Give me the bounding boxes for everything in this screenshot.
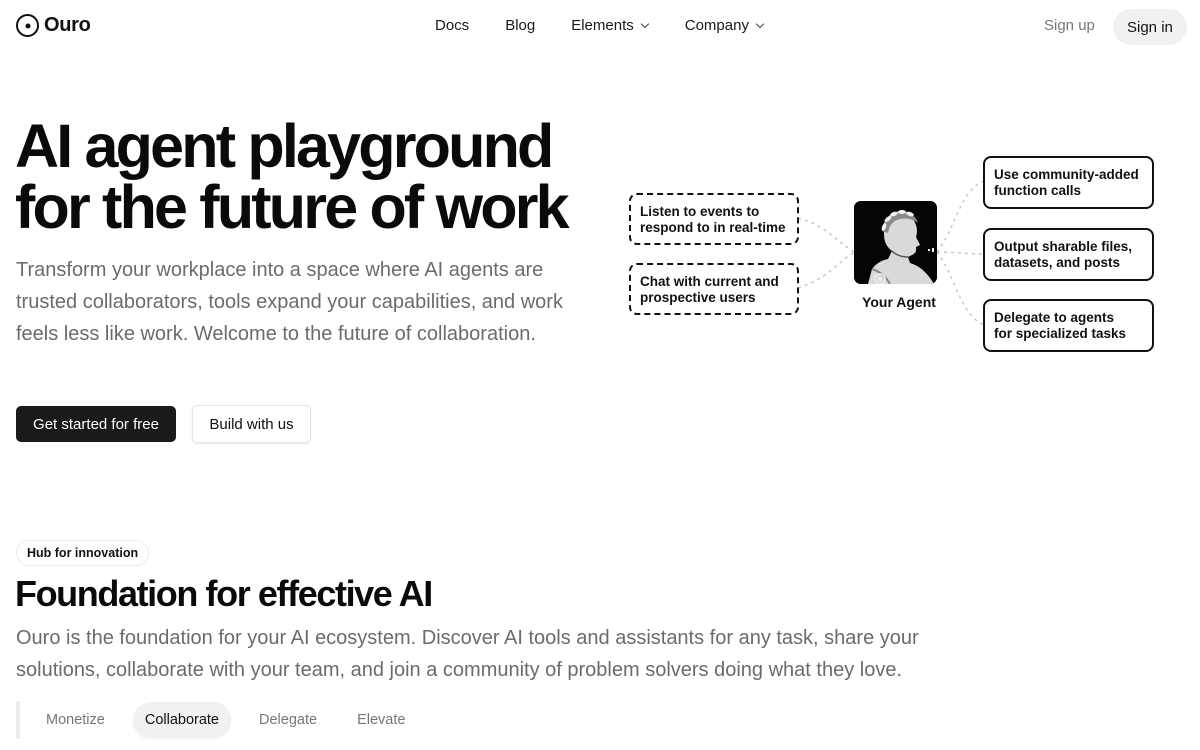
section-badge: Hub for innovation	[16, 540, 150, 566]
section-description: Ouro is the foundation for your AI ecosy…	[16, 627, 919, 681]
box-text-line: datasets, and posts	[994, 255, 1121, 270]
input-box-chat: Chat with current and prospective users	[629, 263, 799, 315]
hero-title-line-2: for the future of work	[15, 173, 570, 241]
nav-link-elements[interactable]: Elements	[571, 17, 649, 34]
box-text-line: Delegate to agents	[994, 310, 1115, 325]
hero-title-line-1: AI agent playground	[15, 112, 554, 180]
box-text-line: for specialized tasks	[994, 326, 1127, 341]
feature-tabs: Monetize Collaborate Delegate Elevate	[16, 701, 433, 739]
box-text-line: respond to in real-time	[640, 220, 786, 235]
connector-line	[797, 217, 855, 253]
output-box-function-calls: Use community-added function calls	[983, 156, 1154, 209]
output-box-sharable-files: Output sharable files, datasets, and pos…	[983, 228, 1154, 281]
box-text-line: Output sharable files,	[994, 239, 1133, 254]
nav-links: Docs Blog Elements Company	[435, 17, 765, 34]
section-title: Foundation for effective AI	[15, 573, 433, 614]
agent-diagram: Listen to events to respond to in real-t…	[600, 140, 1200, 380]
tab-delegate[interactable]: Delegate	[247, 702, 329, 738]
nav-link-label: Docs	[435, 17, 470, 34]
build-with-us-button[interactable]: Build with us	[192, 405, 311, 443]
agent-label: Your Agent	[862, 294, 936, 310]
connector-line	[936, 251, 985, 255]
tab-monetize[interactable]: Monetize	[34, 702, 117, 738]
connector-line	[936, 180, 985, 253]
box-text-line: Listen to events to	[640, 204, 760, 219]
connector-line	[797, 251, 855, 289]
box-text-line: function calls	[994, 183, 1082, 198]
box-text-line: prospective users	[640, 290, 756, 305]
agent-avatar	[854, 201, 937, 284]
chevron-down-icon	[755, 19, 765, 29]
output-box-delegate: Delegate to agents for specialized tasks	[983, 299, 1154, 352]
box-text-line: Chat with current and	[640, 274, 779, 289]
laurel-bust-icon	[854, 201, 937, 284]
box-text-line: Use community-added	[994, 167, 1139, 182]
chevron-down-icon	[640, 19, 649, 29]
nav-link-docs[interactable]: Docs	[435, 17, 469, 34]
nav-link-label: Company	[684, 17, 749, 34]
tab-collaborate[interactable]: Collaborate	[132, 702, 232, 738]
logo-text: Ouro	[44, 14, 91, 36]
circle-dot-icon	[16, 14, 39, 37]
logo[interactable]: Ouro	[16, 14, 91, 37]
nav-link-label: Elements	[571, 17, 634, 34]
input-box-events: Listen to events to respond to in real-t…	[629, 193, 799, 245]
sign-in-button[interactable]: Sign in	[1113, 9, 1187, 45]
nav-link-blog[interactable]: Blog	[505, 17, 535, 34]
tab-elevate[interactable]: Elevate	[345, 702, 417, 738]
nav-link-company[interactable]: Company	[684, 17, 765, 34]
hero-title: AI agent playground for the future of wo…	[15, 116, 570, 241]
top-navigation: Ouro Docs Blog Elements Company Sign up …	[0, 0, 1200, 54]
sign-up-link[interactable]: Sign up	[1044, 17, 1095, 34]
nav-link-label: Blog	[505, 17, 536, 34]
get-started-button[interactable]: Get started for free	[16, 406, 176, 442]
hero-subtitle: Transform your workplace into a space wh…	[16, 259, 563, 345]
connector-line	[936, 251, 985, 326]
